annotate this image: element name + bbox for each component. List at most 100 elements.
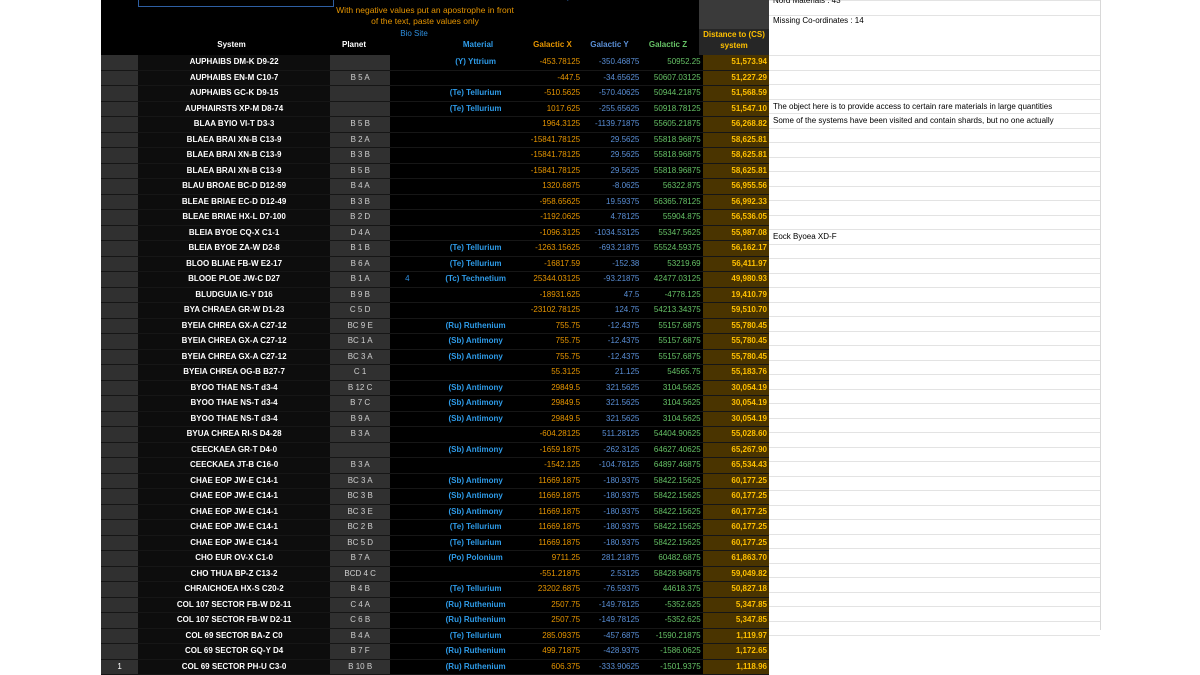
galactic-x-cell[interactable]: -510.5625 (526, 85, 583, 102)
bio-site-cell[interactable] (390, 364, 425, 381)
distance-cell[interactable]: 51,568.59 (702, 85, 769, 102)
material-cell[interactable]: (Te) Tellurium (424, 519, 527, 536)
system-cell[interactable]: BLEAE BRIAE HX-L D7-100 (138, 209, 331, 226)
material-cell[interactable] (424, 194, 527, 210)
system-cell[interactable]: BLUDGUIA IG-Y D16 (138, 287, 331, 303)
galactic-y-cell[interactable]: -180.9375 (582, 504, 642, 520)
galactic-x-cell[interactable]: -1263.15625 (526, 240, 583, 257)
planet-cell[interactable]: C 1 (330, 364, 391, 381)
system-cell[interactable]: AUPHAIBS GC-K D9-15 (138, 85, 331, 102)
distance-cell[interactable]: 56,268.82 (702, 116, 769, 133)
distance-cell[interactable]: 30,054.19 (702, 411, 769, 427)
system-cell[interactable]: AUPHAIBS DM-K D9-22 (138, 55, 331, 71)
row-number-cell[interactable] (101, 178, 139, 195)
bio-site-cell[interactable] (390, 535, 425, 551)
planet-cell[interactable] (330, 101, 391, 117)
bio-site-cell[interactable] (390, 333, 425, 350)
galactic-z-cell[interactable]: 55904.875 (641, 209, 703, 226)
distance-cell[interactable]: 56,955.56 (702, 178, 769, 195)
galactic-z-cell[interactable]: 55818.96875 (641, 147, 703, 164)
system-cell[interactable]: BLAA BYIO VI-T D3-3 (138, 116, 331, 133)
bio-site-cell[interactable] (390, 612, 425, 629)
row-number-cell[interactable] (101, 163, 139, 179)
row-number-cell[interactable] (101, 240, 139, 257)
material-cell[interactable]: (Sb) Antimony (424, 349, 527, 365)
galactic-y-cell[interactable]: 47.5 (582, 287, 642, 303)
galactic-x-cell[interactable]: -604.28125 (526, 426, 583, 443)
row-number-cell[interactable] (101, 473, 139, 489)
system-cell[interactable]: BLAEA BRAI XN-B C13-9 (138, 163, 331, 179)
material-cell[interactable]: (Tc) Technetium (424, 271, 527, 288)
galactic-z-cell[interactable]: -5352.625 (641, 597, 703, 613)
row-number-cell[interactable] (101, 349, 139, 365)
system-cell[interactable]: CHO EUR OV-X C1-0 (138, 550, 331, 567)
material-cell[interactable]: (Ru) Ruthenium (424, 659, 527, 675)
galactic-x-cell[interactable]: -1192.0625 (526, 209, 583, 226)
planet-cell[interactable]: BC 1 A (330, 333, 391, 350)
system-cell[interactable]: BYEIA CHREA OG-B B27-7 (138, 364, 331, 381)
planet-cell[interactable]: B 2 D (330, 209, 391, 226)
planet-cell[interactable]: B 7 F (330, 643, 391, 660)
bio-site-cell[interactable] (390, 147, 425, 164)
planet-cell[interactable]: B 7 A (330, 550, 391, 567)
header-galactic-y[interactable]: Galactic Y (581, 40, 638, 49)
galactic-x-cell[interactable]: 29849.5 (526, 395, 583, 412)
planet-cell[interactable]: B 3 A (330, 457, 391, 474)
row-number-cell[interactable] (101, 318, 139, 334)
row-number-cell[interactable] (101, 147, 139, 164)
row-number-cell[interactable] (101, 132, 139, 148)
planet-cell[interactable]: B 5 A (330, 70, 391, 86)
system-cell[interactable]: BLAEA BRAI XN-B C13-9 (138, 147, 331, 164)
system-cell[interactable]: COL 69 SECTOR PH-U C3-0 (138, 659, 331, 675)
system-cell[interactable]: BYOO THAE NS-T d3-4 (138, 411, 331, 427)
galactic-z-cell[interactable]: 58422.15625 (641, 473, 703, 489)
galactic-z-cell[interactable]: 50944.21875 (641, 85, 703, 102)
system-cell[interactable]: CHAE EOP JW-E C14-1 (138, 519, 331, 536)
material-cell[interactable] (424, 426, 527, 443)
planet-cell[interactable]: C 6 B (330, 612, 391, 629)
galactic-z-cell[interactable]: 55818.96875 (641, 163, 703, 179)
galactic-x-cell[interactable]: 29849.5 (526, 380, 583, 396)
system-cell[interactable]: BYOO THAE NS-T d3-4 (138, 395, 331, 412)
galactic-x-cell[interactable]: 2507.75 (526, 597, 583, 613)
row-number-cell[interactable] (101, 209, 139, 226)
planet-cell[interactable]: B 5 B (330, 163, 391, 179)
galactic-z-cell[interactable]: 3104.5625 (641, 380, 703, 396)
galactic-x-cell[interactable]: -1659.1875 (526, 442, 583, 458)
system-cell[interactable]: CHO THUA BP-Z C13-2 (138, 566, 331, 582)
bio-site-cell[interactable] (390, 566, 425, 582)
material-cell[interactable]: (Te) Tellurium (424, 101, 527, 117)
planet-cell[interactable]: B 3 B (330, 147, 391, 164)
material-cell[interactable] (424, 163, 527, 179)
row-number-cell[interactable] (101, 256, 139, 272)
system-cell[interactable]: BLOO BLIAE FB-W E2-17 (138, 256, 331, 272)
bio-site-cell[interactable] (390, 318, 425, 334)
galactic-y-cell[interactable]: -1139.71875 (582, 116, 642, 133)
galactic-y-cell[interactable]: -34.65625 (582, 70, 642, 86)
galactic-x-cell[interactable]: 499.71875 (526, 643, 583, 660)
galactic-y-cell[interactable]: -152.38 (582, 256, 642, 272)
planet-cell[interactable]: D 4 A (330, 225, 391, 241)
galactic-z-cell[interactable]: 55157.6875 (641, 318, 703, 334)
planet-cell[interactable]: B 12 C (330, 380, 391, 396)
system-cell[interactable]: COL 107 SECTOR FB-W D2-11 (138, 612, 331, 629)
planet-cell[interactable]: B 7 C (330, 395, 391, 412)
planet-cell[interactable]: BC 2 B (330, 519, 391, 536)
bio-site-cell[interactable] (390, 504, 425, 520)
distance-cell[interactable]: 58,625.81 (702, 163, 769, 179)
galactic-y-cell[interactable]: -76.59375 (582, 581, 642, 598)
galactic-x-cell[interactable]: 9711.25 (526, 550, 583, 567)
galactic-y-cell[interactable]: -333.90625 (582, 659, 642, 675)
system-cell[interactable]: AUPHAIRSTS XP-M D8-74 (138, 101, 331, 117)
galactic-z-cell[interactable]: -1590.21875 (641, 628, 703, 644)
planet-cell[interactable]: BC 3 A (330, 473, 391, 489)
row-number-cell[interactable] (101, 225, 139, 241)
galactic-z-cell[interactable]: 54213.34375 (641, 302, 703, 319)
top-input-box[interactable] (138, 0, 334, 7)
material-cell[interactable]: (Ru) Ruthenium (424, 597, 527, 613)
distance-cell[interactable]: 51,573.94 (702, 55, 769, 71)
galactic-x-cell[interactable]: 1320.6875 (526, 178, 583, 195)
planet-cell[interactable]: BC 9 E (330, 318, 391, 334)
row-number-cell[interactable] (101, 426, 139, 443)
galactic-x-cell[interactable]: 55.3125 (526, 364, 583, 381)
